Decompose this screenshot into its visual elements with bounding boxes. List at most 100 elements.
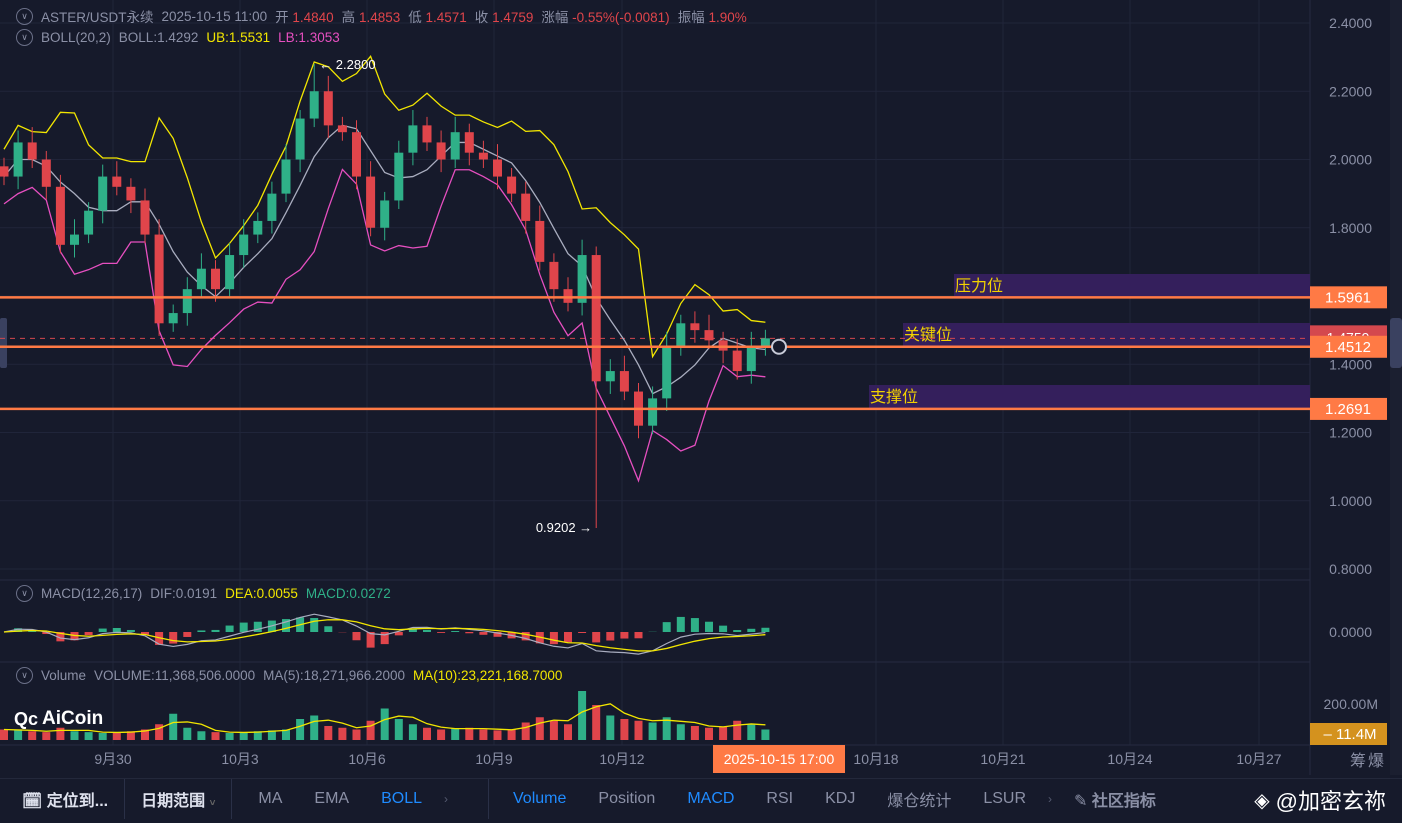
volume-bar [112, 732, 121, 740]
volume-bar [394, 719, 403, 740]
volume-bar [493, 730, 502, 740]
collapse-icon[interactable]: ∨ [16, 7, 33, 25]
volume-bar [705, 727, 713, 740]
tab-lsur[interactable]: LSUR [967, 790, 1042, 808]
macd-bar [549, 632, 558, 645]
tab-rsi[interactable]: RSI [750, 790, 809, 808]
volume-bar [338, 727, 347, 740]
volume-bar [606, 715, 615, 740]
macd-bar [98, 628, 107, 632]
candle [619, 371, 629, 392]
volume-bar [169, 713, 178, 740]
volume-bar [296, 719, 305, 740]
macd-bar [352, 632, 361, 641]
tab-liquidation[interactable]: 爆仓统计 [871, 787, 967, 811]
tab-ema[interactable]: EMA [298, 790, 365, 808]
macd-bar [239, 622, 248, 632]
macd-bar [197, 630, 206, 632]
macd-bar [465, 632, 474, 634]
close-label: 收 [474, 10, 489, 25]
collapse-icon[interactable]: ∨ [16, 29, 33, 46]
candle [323, 91, 333, 126]
volume-bar [634, 720, 643, 740]
macd-bar [747, 628, 756, 632]
volume-bar [535, 717, 544, 740]
tab-kdj[interactable]: KDJ [809, 790, 871, 808]
volume-bar [70, 731, 79, 740]
candle [690, 323, 700, 331]
macd-bar [451, 631, 460, 632]
boll-name: BOLL(20,2) [41, 30, 111, 45]
candle [577, 255, 587, 303]
tab-ma[interactable]: MA [232, 790, 298, 808]
candle [648, 398, 658, 426]
candle [267, 193, 277, 221]
datetime: 2025-10-15 11:00 [161, 8, 268, 24]
candle [295, 118, 305, 160]
macd-name: MACD(12,26,17) [41, 586, 143, 601]
macd-bar [479, 632, 488, 635]
collapse-icon[interactable]: ∨ [16, 585, 33, 602]
candle [718, 340, 728, 351]
tab-boll[interactable]: BOLL [365, 790, 438, 808]
price-legend: ∨ ASTER/USDT永续 2025-10-15 11:00 开 1.4840… [16, 6, 747, 26]
x-tick-label: 10月21 [980, 751, 1025, 767]
boll-lb: LB:1.3053 [278, 30, 340, 45]
volume-bar [197, 731, 206, 740]
candle [27, 142, 37, 160]
x-tick-label: 10月3 [221, 751, 259, 767]
volume-ma10: MA(10):23,221,168.7000 [413, 668, 563, 683]
macd-value: MACD:0.0272 [305, 586, 391, 601]
expand-right-button[interactable] [1390, 318, 1402, 368]
macd-bar [676, 616, 685, 632]
chevron-right-icon[interactable]: › [1042, 792, 1058, 806]
volume-bar [380, 708, 389, 740]
candle [521, 193, 531, 221]
macd-bar [126, 629, 135, 632]
candle [352, 132, 361, 177]
y-tick-label: 1.8000 [1329, 220, 1372, 236]
boll-legend: ∨ BOLL(20,2) BOLL:1.4292 UB:1.5531 LB:1.… [16, 29, 340, 46]
volume-bar [719, 726, 728, 740]
volume-bar [676, 724, 685, 740]
candle [450, 132, 460, 160]
chevron-right-icon[interactable]: › [438, 792, 488, 806]
watermark: ◈ @加密玄祢 [1254, 789, 1386, 814]
candle [154, 234, 164, 324]
expand-left-button[interactable] [0, 318, 7, 368]
macd-bar [578, 632, 587, 633]
chip-distribution-button[interactable]: 筹 [1350, 752, 1366, 770]
macd-bar [211, 629, 220, 632]
macd-bar [761, 627, 770, 632]
volume-bar [98, 733, 107, 740]
volume-bar [620, 719, 629, 740]
candle [436, 142, 446, 160]
tab-position[interactable]: Position [582, 790, 671, 808]
tab-macd[interactable]: MACD [671, 790, 750, 808]
tab-volume[interactable]: Volume [489, 790, 582, 808]
candle [84, 210, 94, 235]
candle [168, 313, 178, 324]
liquidation-button[interactable]: 爆 [1368, 751, 1384, 770]
candle [732, 350, 742, 372]
volume-bar [648, 722, 657, 740]
locate-button[interactable]: 🗓 定位到... [0, 787, 124, 811]
price-chart[interactable]: 2.40002.20002.00001.80001.60001.40001.20… [0, 0, 1402, 775]
volume-name: Volume [41, 668, 87, 683]
macd-bar [662, 622, 671, 632]
volume-legend: ∨ Volume VOLUME:11,368,506.0000 MA(5):18… [16, 667, 562, 684]
aicoin-logo: Qc AiCoin [14, 708, 104, 729]
macd-dif: DIF:0.0191 [150, 586, 218, 601]
min-annotation: 0.9202 → [536, 520, 592, 535]
date-range-button[interactable]: 日期范围 ˅ [125, 787, 231, 811]
community-indicators-button[interactable]: ✎ 社区指标 [1058, 787, 1172, 811]
volume-bar [42, 732, 51, 740]
macd-bar [183, 632, 192, 637]
collapse-icon[interactable]: ∨ [16, 667, 33, 684]
volume-ma5: MA(5):18,271,966.2000 [263, 668, 406, 683]
candle [549, 261, 559, 290]
macd-bar [112, 627, 121, 632]
candle [746, 347, 756, 372]
edit-icon: ✎ [1074, 792, 1088, 810]
volume-bar [747, 724, 756, 740]
